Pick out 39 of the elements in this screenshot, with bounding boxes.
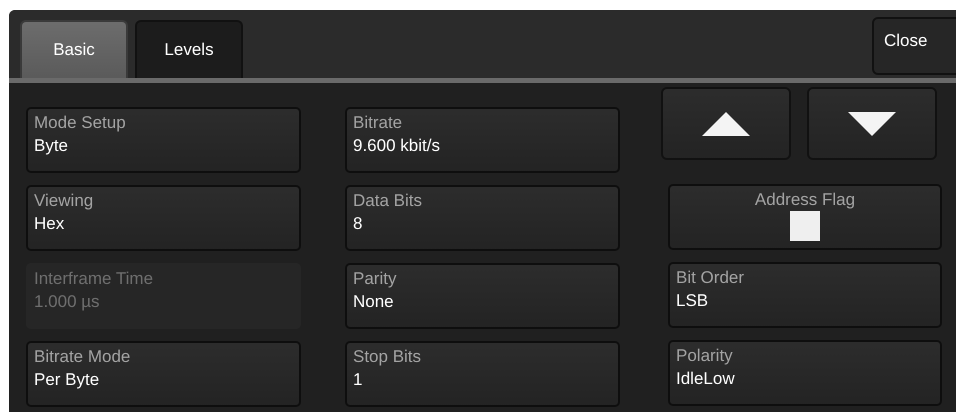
tab[interactable]: Levels — [135, 20, 243, 78]
field-label: Address Flag — [754, 189, 856, 211]
field-value: 8 — [353, 213, 362, 235]
field-label: Polarity — [676, 345, 733, 367]
setting-field[interactable]: Bitrate 9.600 kbit/s — [345, 107, 620, 173]
setting-field[interactable]: Viewing Hex — [26, 185, 301, 251]
field-label: Parity — [353, 268, 396, 290]
checkbox[interactable] — [790, 211, 820, 241]
setting-field[interactable]: Polarity IdleLow — [668, 340, 942, 406]
field-label: Mode Setup — [34, 112, 126, 134]
field-label: Stop Bits — [353, 346, 422, 368]
close-button[interactable]: Close — [872, 17, 956, 75]
field-value: 1 — [353, 369, 362, 391]
field-value: Per Byte — [34, 369, 100, 391]
setting-field[interactable]: Mode Setup Byte — [26, 107, 301, 173]
field-value: Hex — [34, 213, 64, 235]
field-value: Byte — [34, 135, 68, 157]
setting-field[interactable]: Parity None — [345, 263, 620, 329]
field-value: 1.000 µs — [34, 291, 100, 313]
field-label: Data Bits — [353, 190, 422, 212]
scroll-up-button[interactable] — [661, 87, 791, 160]
field-label: Viewing — [34, 190, 94, 212]
field-value: IdleLow — [676, 368, 735, 390]
field-value: None — [353, 291, 394, 313]
setting-field[interactable]: Bitrate Mode Per Byte — [26, 341, 301, 407]
setting-field[interactable]: Bit Order LSB — [668, 262, 942, 328]
field-value: 9.600 kbit/s — [353, 135, 440, 157]
down-triangle-icon — [846, 110, 898, 138]
setting-field[interactable]: Stop Bits 1 — [345, 341, 620, 407]
field-label: Interframe Time — [34, 268, 154, 290]
setting-field[interactable]: Data Bits 8 — [345, 185, 620, 251]
field-label: Bitrate — [353, 112, 402, 134]
scroll-down-button[interactable] — [807, 87, 937, 160]
up-triangle-icon — [700, 110, 752, 138]
field-label: Bitrate Mode — [34, 346, 130, 368]
address-flag-control[interactable]: Address Flag — [668, 184, 942, 250]
field-label: Bit Order — [676, 267, 744, 289]
field-value: LSB — [676, 290, 708, 312]
tab[interactable]: Basic — [20, 20, 128, 78]
